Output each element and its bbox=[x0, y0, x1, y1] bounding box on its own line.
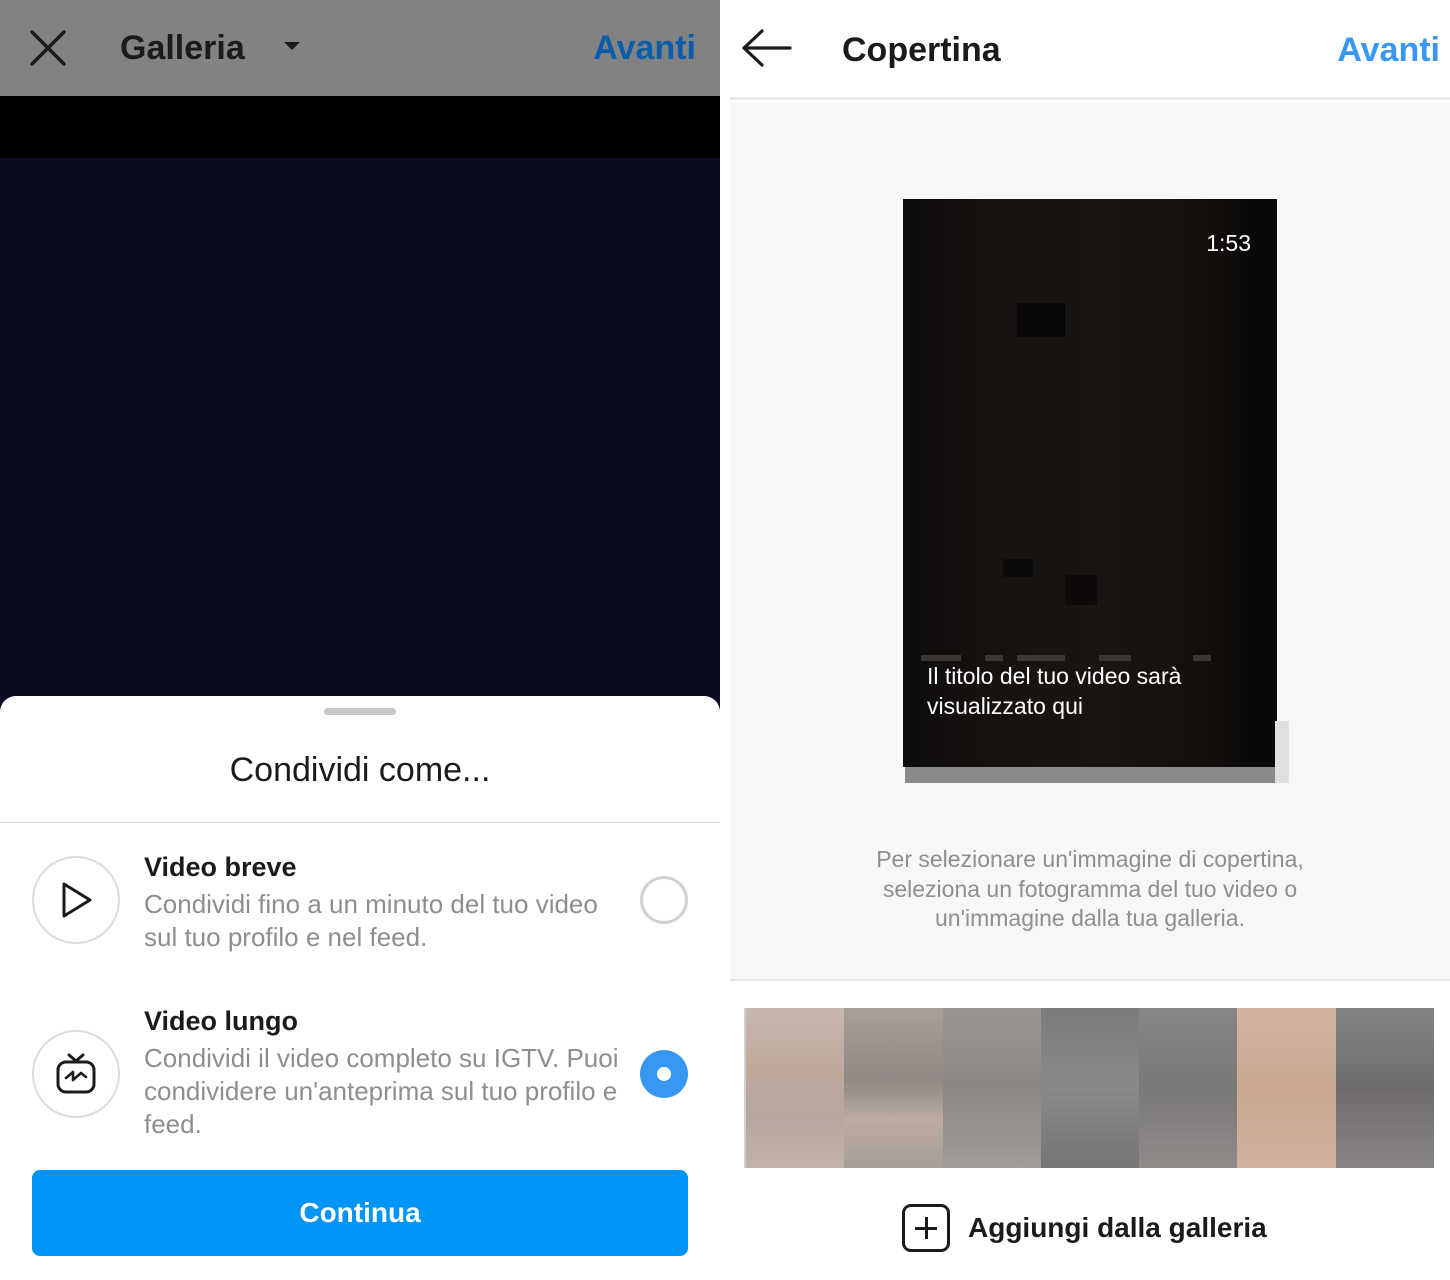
close-icon[interactable] bbox=[26, 26, 70, 70]
screenshot-root: Galleria Avanti Condividi come... Video … bbox=[0, 0, 1450, 1280]
sheet-divider bbox=[0, 822, 720, 823]
radio-short-video[interactable] bbox=[640, 876, 688, 924]
add-from-gallery-button[interactable]: Aggiungi dalla galleria bbox=[902, 1202, 1302, 1254]
sheet-title: Condividi come... bbox=[229, 751, 491, 789]
film-frame[interactable] bbox=[1335, 1008, 1434, 1168]
next-button[interactable]: Avanti bbox=[593, 28, 696, 68]
frame-filmstrip[interactable] bbox=[744, 1008, 1434, 1168]
plus-square-icon bbox=[902, 1204, 950, 1252]
add-from-gallery-label: Aggiungi dalla galleria bbox=[968, 1212, 1267, 1243]
play-icon bbox=[32, 856, 120, 944]
cover-preview-edge bbox=[1275, 721, 1289, 783]
next-button[interactable]: Avanti bbox=[1337, 30, 1440, 70]
back-arrow-icon[interactable] bbox=[740, 28, 792, 68]
option-description: Condividi fino a un minuto del tuo video… bbox=[144, 889, 598, 952]
pixel-block bbox=[1003, 559, 1033, 577]
cover-preview-footer bbox=[905, 767, 1275, 783]
gallery-title[interactable]: Galleria bbox=[120, 28, 245, 68]
gallery-screen: Galleria Avanti Condividi come... Video … bbox=[0, 0, 720, 1280]
sheet-drag-handle[interactable] bbox=[324, 708, 396, 715]
section-divider bbox=[730, 979, 1450, 981]
film-frame[interactable] bbox=[1139, 1008, 1238, 1168]
cover-title: Copertina bbox=[842, 31, 1001, 69]
option-description: Condividi il video completo su IGTV. Puo… bbox=[144, 1043, 619, 1139]
option-short-video[interactable]: Video breve Condividi fino a un minuto d… bbox=[0, 852, 720, 972]
option-title: Video lungo bbox=[144, 1006, 298, 1036]
share-as-sheet: Condividi come... Video breve Condividi … bbox=[0, 696, 720, 1280]
igtv-icon bbox=[32, 1030, 120, 1118]
cover-preview: 1:53 Il titolo del tuo video sarà visual… bbox=[903, 199, 1277, 767]
continue-button[interactable]: Continua bbox=[32, 1170, 688, 1256]
video-duration: 1:53 bbox=[1206, 230, 1251, 256]
film-frame[interactable] bbox=[1040, 1008, 1140, 1168]
radio-selected-dot bbox=[657, 1067, 671, 1081]
video-letterbox bbox=[0, 96, 720, 158]
option-long-video[interactable]: Video lungo Condividi il video completo … bbox=[0, 1006, 720, 1158]
video-title-placeholder: Il titolo del tuo video sarà visualizzat… bbox=[927, 663, 1182, 719]
film-frame[interactable] bbox=[746, 1008, 845, 1168]
cover-header: Copertina Avanti bbox=[730, 0, 1450, 100]
film-frame[interactable] bbox=[1237, 1008, 1336, 1168]
option-title: Video breve bbox=[144, 852, 297, 882]
caret-down-icon[interactable] bbox=[284, 42, 300, 50]
cover-hint-text: Per selezionare un'immagine di copertina… bbox=[876, 846, 1304, 931]
radio-long-video[interactable] bbox=[640, 1050, 688, 1098]
gallery-header: Galleria Avanti bbox=[0, 0, 720, 96]
pixel-block bbox=[1017, 303, 1065, 337]
film-frame[interactable] bbox=[942, 1008, 1041, 1168]
film-frame[interactable] bbox=[844, 1008, 943, 1168]
cover-preview-area: 1:53 Il titolo del tuo video sarà visual… bbox=[730, 103, 1450, 979]
cover-screen: Copertina Avanti 1:53 Il titolo del tuo … bbox=[730, 0, 1450, 1280]
pixel-block bbox=[1065, 575, 1097, 605]
